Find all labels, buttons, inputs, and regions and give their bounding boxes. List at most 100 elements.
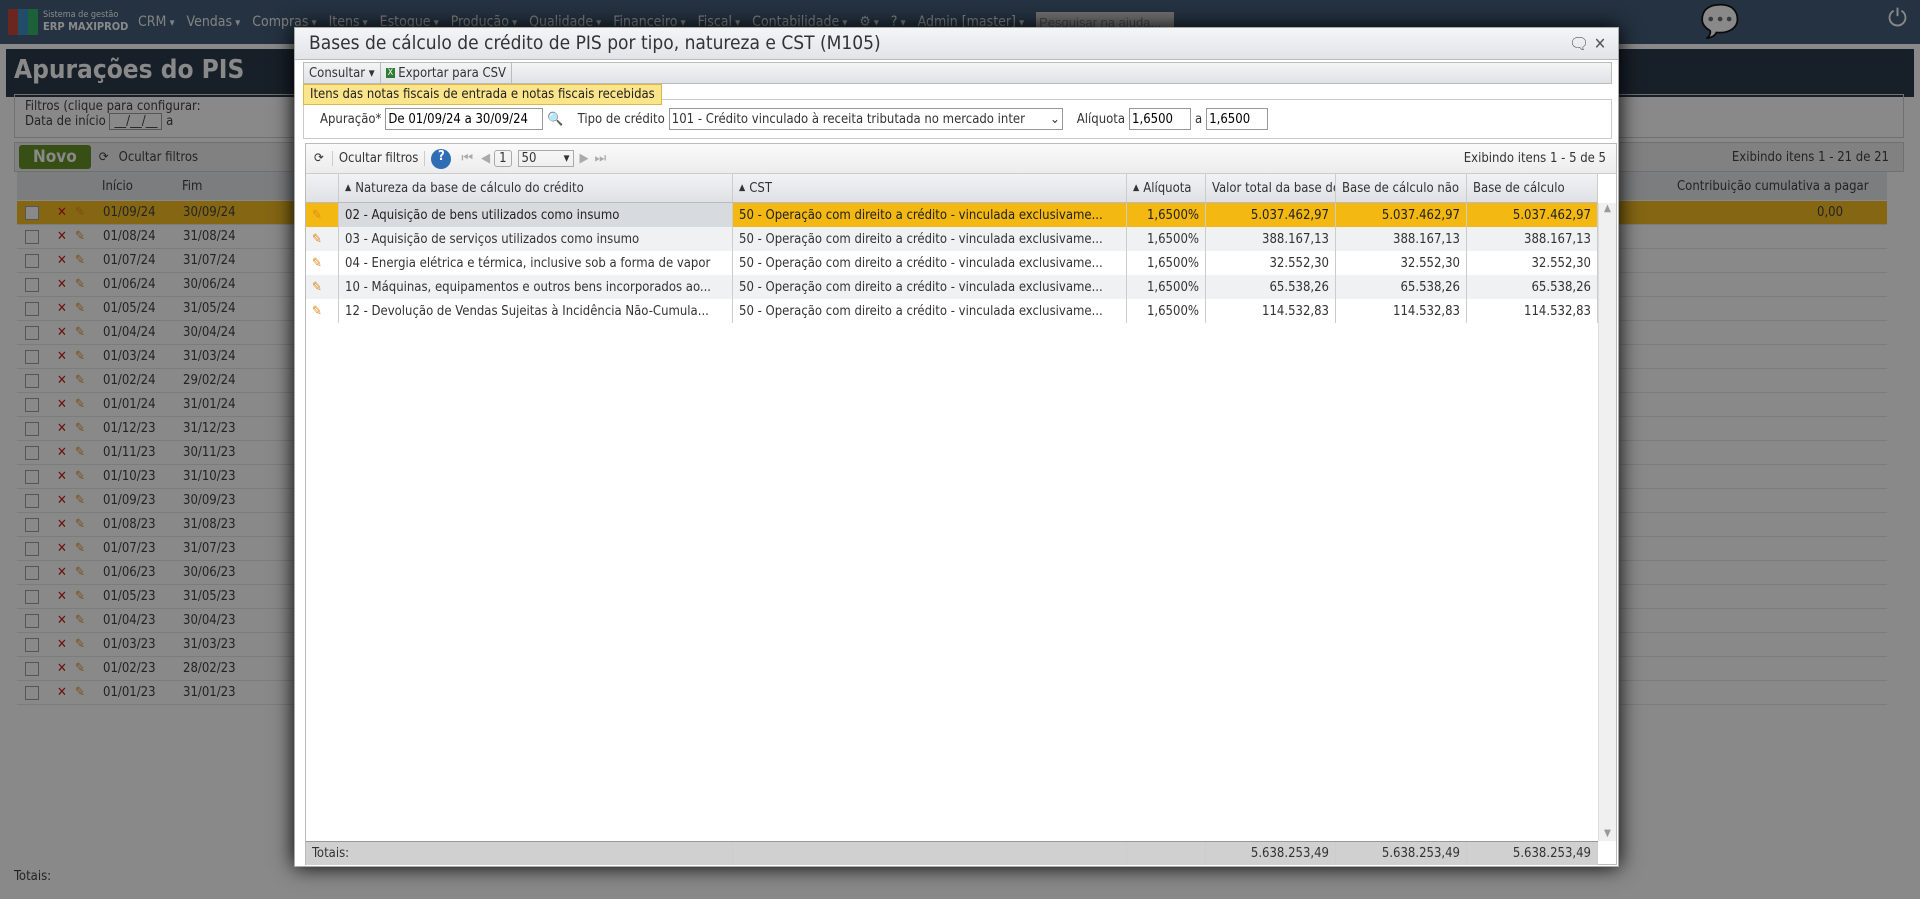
table-row[interactable]: ✎ 10 - Máquinas, equipamentos e outros be…	[306, 275, 1598, 299]
excel-icon: X	[385, 68, 396, 78]
help-icon[interactable]: ?	[431, 148, 452, 169]
credit-type-label: Tipo de crédito	[577, 111, 665, 127]
cell-col-5: 65.538,26	[1467, 275, 1598, 299]
table-row[interactable]: ✎ 02 - Aquisição de bens utilizados como …	[306, 203, 1598, 227]
chevron-down-icon: ▾	[563, 151, 570, 166]
cell-col-2: 1,6500%	[1127, 299, 1206, 323]
consult-button[interactable]: Consultar ▾	[304, 63, 381, 83]
totals-empty	[733, 842, 1127, 865]
grid-toolbar: ⟳ Ocultar filtros ? ⏮ ◀ 1 50 ▾ ▶ ⏭ Exibin…	[306, 144, 1616, 174]
cell-col-5: 5.037.462,97	[1467, 203, 1598, 227]
header-col-5[interactable]: Base de cálculo	[1467, 174, 1598, 202]
header-label: Natureza da base de cálculo do crédito	[355, 180, 584, 196]
close-icon[interactable]: ✕	[1594, 34, 1606, 53]
prev-page-icon[interactable]: ◀	[481, 151, 490, 166]
cell-col-5: 32.552,30	[1467, 251, 1598, 275]
dialog-filters: Apuração* 🔍 Tipo de crédito 101 - Crédit…	[303, 99, 1612, 139]
cell-col-4: 65.538,26	[1336, 275, 1467, 299]
export-label: Exportar para CSV	[398, 65, 507, 81]
credit-type-select[interactable]: 101 - Crédito vinculado à receita tribut…	[668, 108, 1063, 130]
header-col-1[interactable]: ▲ CST	[733, 174, 1127, 202]
sort-asc-icon: ▲	[345, 183, 352, 193]
edit-icon[interactable]: ✎	[306, 275, 339, 299]
cell-col-4: 114.532,83	[1336, 299, 1467, 323]
totals-value: 5.638.253,49	[1206, 842, 1336, 865]
header-label: Valor total da base de cálculo	[1212, 180, 1335, 196]
cell-col-1: 50 - Operação com direito a crédito - vi…	[733, 275, 1127, 299]
header-col-0[interactable]: ▲ Natureza da base de cálculo do crédito	[339, 174, 733, 202]
cell-col-0: 12 - Devolução de Vendas Sujeitas à Inci…	[339, 299, 733, 323]
cell-col-3: 388.167,13	[1206, 227, 1336, 251]
table-row[interactable]: ✎ 03 - Aquisição de serviços utilizados c…	[306, 227, 1598, 251]
comment-icon[interactable]: 🗨	[1569, 34, 1589, 53]
page-size-select[interactable]: 50 ▾	[517, 150, 574, 167]
hide-filters-button[interactable]: Ocultar filtros	[333, 151, 426, 166]
dialog-title: Bases de cálculo de crédito de PIS por t…	[295, 28, 1618, 60]
header-col-4[interactable]: Base de cálculo não	[1336, 174, 1467, 202]
cell-col-0: 04 - Energia elétrica e térmica, inclusi…	[339, 251, 733, 275]
header-label: Base de cálculo	[1473, 180, 1565, 196]
header-col-3[interactable]: Valor total da base de cálculo	[1206, 174, 1336, 202]
totals-label: Totais:	[306, 842, 733, 865]
edit-icon[interactable]: ✎	[306, 203, 339, 227]
dialog: Bases de cálculo de crédito de PIS por t…	[294, 27, 1619, 867]
cell-col-0: 02 - Aquisição de bens utilizados como i…	[339, 203, 733, 227]
edit-icon[interactable]: ✎	[306, 251, 339, 275]
cell-col-0: 03 - Aquisição de serviços utilizados co…	[339, 227, 733, 251]
last-page-icon[interactable]: ⏭	[595, 151, 607, 166]
grid-totals: Totais: 5.638.253,49 5.638.253,49 5.638.253…	[306, 841, 1598, 865]
edit-icon[interactable]: ✎	[306, 299, 339, 323]
credit-type-value: 101 - Crédito vinculado à receita tribut…	[671, 111, 1025, 127]
showing-count: Exibindo itens 1 - 5 de 5	[1463, 151, 1606, 166]
refresh-icon[interactable]: ⟳	[306, 151, 333, 166]
cell-col-3: 114.532,83	[1206, 299, 1336, 323]
page-size-value: 50	[521, 151, 537, 166]
table-row[interactable]: ✎ 12 - Devolução de Vendas Sujeitas à Inc…	[306, 299, 1598, 323]
rate-to-label: a	[1195, 111, 1203, 127]
page-number[interactable]: 1	[494, 150, 512, 167]
totals-value: 5.638.253,49	[1336, 842, 1467, 865]
period-label: Apuração*	[320, 111, 382, 127]
tooltip: Itens das notas fiscais de entrada e not…	[303, 84, 662, 105]
next-page-icon[interactable]: ▶	[580, 151, 589, 166]
sort-asc-icon: ▲	[1133, 183, 1140, 193]
cell-col-2: 1,6500%	[1127, 203, 1206, 227]
rate-from-input[interactable]	[1129, 108, 1192, 130]
dialog-toolbar: Consultar ▾ X Exportar para CSV	[303, 62, 1612, 84]
cell-col-2: 1,6500%	[1127, 251, 1206, 275]
period-input[interactable]	[385, 108, 544, 130]
consult-label: Consultar	[309, 65, 366, 81]
cell-col-3: 65.538,26	[1206, 275, 1336, 299]
first-page-icon[interactable]: ⏮	[461, 151, 473, 166]
cell-col-2: 1,6500%	[1127, 227, 1206, 251]
cell-col-5: 388.167,13	[1467, 227, 1598, 251]
sort-asc-icon: ▲	[739, 183, 746, 193]
cell-col-4: 5.037.462,97	[1336, 203, 1467, 227]
header-label: Alíquota	[1143, 180, 1192, 196]
cell-col-2: 1,6500%	[1127, 275, 1206, 299]
header-edit	[306, 174, 339, 202]
cell-col-1: 50 - Operação com direito a crédito - vi…	[733, 251, 1127, 275]
table-row[interactable]: ✎ 04 - Energia elétrica e térmica, inclus…	[306, 251, 1598, 275]
export-csv-button[interactable]: X Exportar para CSV	[381, 63, 513, 83]
totals-value: 5.638.253,49	[1467, 842, 1598, 865]
cell-col-5: 114.532,83	[1467, 299, 1598, 323]
cell-col-4: 32.552,30	[1336, 251, 1467, 275]
chevron-down-icon: ⌄	[1049, 111, 1060, 127]
header-label: CST	[749, 180, 772, 196]
cell-col-0: 10 - Máquinas, equipamentos e outros ben…	[339, 275, 733, 299]
cell-col-4: 388.167,13	[1336, 227, 1467, 251]
cell-col-3: 32.552,30	[1206, 251, 1336, 275]
totals-empty	[1127, 842, 1206, 865]
search-icon[interactable]: 🔍	[547, 112, 563, 127]
rate-label: Alíquota	[1076, 111, 1126, 127]
cell-col-1: 50 - Operação com direito a crédito - vi…	[733, 227, 1127, 251]
cell-col-1: 50 - Operação com direito a crédito - vi…	[733, 299, 1127, 323]
cell-col-3: 5.037.462,97	[1206, 203, 1336, 227]
vertical-scrollbar[interactable]: ▲ ▼	[1598, 203, 1616, 841]
grid-header: ▲ Natureza da base de cálculo do crédito ▲…	[306, 174, 1598, 203]
edit-icon[interactable]: ✎	[306, 227, 339, 251]
header-col-2[interactable]: ▲ Alíquota	[1127, 174, 1206, 202]
data-grid: ⟳ Ocultar filtros ? ⏮ ◀ 1 50 ▾ ▶ ⏭ Exibin…	[305, 143, 1617, 865]
rate-to-input[interactable]	[1206, 108, 1269, 130]
